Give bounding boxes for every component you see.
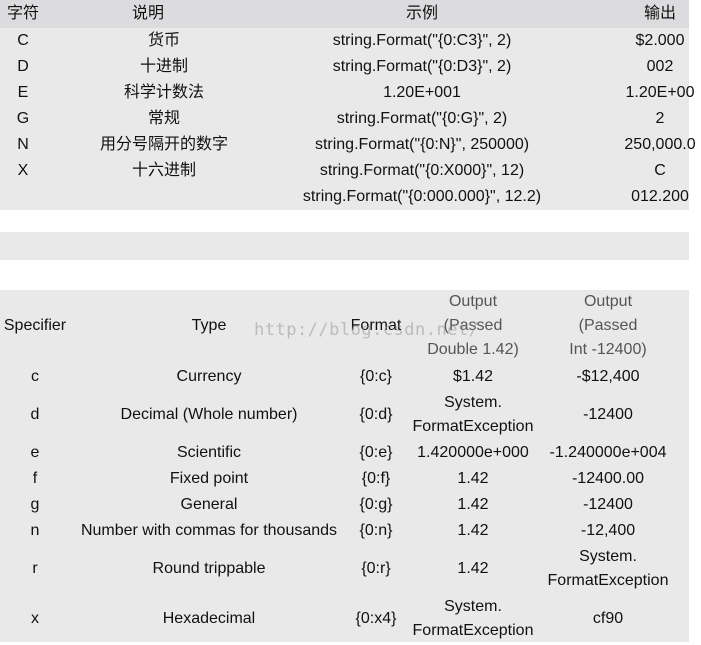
- table2-cell-out-int-line2: FormatException: [547, 572, 669, 589]
- table2-cell-format: {0:c}: [359, 368, 393, 385]
- table2-cell-specifier: x: [31, 610, 39, 627]
- table2-cell-out-double-line1: System.: [444, 394, 502, 411]
- table1-header-row: 字符 说明 示例 输出: [0, 0, 689, 28]
- table2-cell-type: Round trippable: [152, 560, 266, 577]
- table2-cell-out-double: 1.42: [457, 496, 489, 513]
- table2-cell-out-int: -1.240000e+004: [549, 444, 667, 461]
- table2-cell-out-int: -$12,400: [576, 368, 640, 385]
- table2-cell-out-double: $1.42: [452, 368, 494, 385]
- table2-cell-out-double-line2: FormatException: [412, 622, 534, 639]
- table1-cell-example: 1.20E+001: [383, 84, 461, 101]
- screenshot-canvas: 字符 说明 示例 输出 C 货币 string.Format("{0:C3}", 2…: [0, 0, 701, 645]
- table2-cell-specifier: r: [32, 560, 38, 577]
- table2-cell-out-double: 1.42: [457, 522, 489, 539]
- table1-cell-example: string.Format("{0:000.000}", 12.2): [302, 188, 542, 205]
- table1-cell-desc: 科学计数法: [123, 84, 204, 101]
- table1-cell-example: string.Format("{0:G}", 2): [336, 110, 508, 127]
- table2-header-out-int-line3: Int -12400): [569, 341, 647, 358]
- table2-cell-out-double-line1: System.: [444, 598, 502, 615]
- table2-cell-specifier: c: [31, 368, 39, 385]
- table1-header-char: 字符: [6, 5, 39, 22]
- table1-cell-output: 002: [646, 58, 674, 75]
- table1-cell-char: E: [17, 84, 29, 101]
- table2-cell-specifier: f: [32, 470, 38, 487]
- table2-cell-out-int: -12400: [583, 496, 633, 513]
- table1-cell-char: G: [16, 110, 30, 127]
- table2-header-specifier: Specifier: [3, 317, 67, 334]
- table2-cell-out-int-line1: System.: [579, 548, 637, 565]
- table1-cell-output: 250,000.0: [624, 136, 696, 153]
- table2-cell-out-int: -12,400: [580, 522, 636, 539]
- table2-cell-type: Scientific: [176, 444, 242, 461]
- table1-cell-char: N: [17, 136, 29, 153]
- table1-cell-example: string.Format("{0:D3}", 2): [332, 58, 512, 75]
- table1-cell-output: 1.20E+00: [625, 84, 695, 101]
- table2-cell-out-double: 1.42: [457, 470, 489, 487]
- table1-cell-desc: 用分号隔开的数字: [99, 136, 228, 153]
- table1-cell-output: 012.200: [631, 188, 689, 205]
- table2-header-out-double-line3: Double 1.42): [427, 341, 519, 358]
- table2-cell-type: Decimal (Whole number): [120, 406, 298, 423]
- table2-cell-type: General: [180, 496, 238, 513]
- table1-cell-output: C: [654, 162, 666, 179]
- table1-cell-desc: 货币: [147, 32, 180, 49]
- table1-cell-output: $2.000: [635, 32, 685, 49]
- table2-cell-format: {0:x4}: [355, 610, 397, 627]
- table2-cell-type: Hexadecimal: [162, 610, 256, 627]
- table1-header-desc: 说明: [131, 5, 164, 22]
- table2-cell-out-double: 1.42: [457, 560, 489, 577]
- table1-cell-example: string.Format("{0:N}", 250000): [314, 136, 530, 153]
- table2-cell-specifier: g: [30, 496, 40, 513]
- table2-cell-out-int: -12400.00: [571, 470, 645, 487]
- table1-header-example: 示例: [405, 5, 438, 22]
- table2-cell-format: {0:e}: [359, 444, 393, 461]
- table1-cell-desc: 常规: [147, 110, 180, 127]
- table1-cell-example: string.Format("{0:X000}", 12): [319, 162, 525, 179]
- table2-cell-out-int: -12400: [583, 406, 633, 423]
- table2-header-out-int-line2: (Passed: [578, 317, 638, 334]
- table2-cell-out-int: cf90: [592, 610, 624, 627]
- watermark: http://blog.csdn.net/: [254, 320, 480, 340]
- table1-cell-char: C: [17, 32, 29, 49]
- table2-cell-out-double: 1.420000e+000: [417, 444, 529, 461]
- table1-cell-char: D: [17, 58, 29, 75]
- empty-band: [0, 232, 689, 260]
- table2-cell-type: Number with commas for thousands: [80, 522, 338, 539]
- table2-cell-format: {0:n}: [359, 522, 393, 539]
- table1-cell-desc: 十进制: [139, 58, 188, 75]
- table1-cell-example: string.Format("{0:C3}", 2): [332, 32, 512, 49]
- table2-header-out-int-line1: Output: [583, 293, 633, 310]
- table1-cell-output: 2: [655, 110, 665, 127]
- table2-header-out-double-line1: Output: [448, 293, 498, 310]
- table1-cell-char: X: [17, 162, 29, 179]
- table2-cell-type: Currency: [176, 368, 242, 385]
- table2-cell-format: {0:d}: [359, 406, 393, 423]
- table1-header-output: 输出: [643, 5, 676, 22]
- table2-cell-format: {0:r}: [361, 560, 391, 577]
- table2-cell-out-double-line2: FormatException: [412, 418, 534, 435]
- table2-cell-type: Fixed point: [169, 470, 249, 487]
- table2-cell-specifier: d: [30, 406, 40, 423]
- table2-cell-specifier: n: [30, 522, 40, 539]
- table2-cell-format: {0:f}: [361, 470, 391, 487]
- table1-cell-desc: 十六进制: [131, 162, 196, 179]
- table2-cell-format: {0:g}: [359, 496, 393, 513]
- table2-cell-specifier: e: [30, 444, 40, 461]
